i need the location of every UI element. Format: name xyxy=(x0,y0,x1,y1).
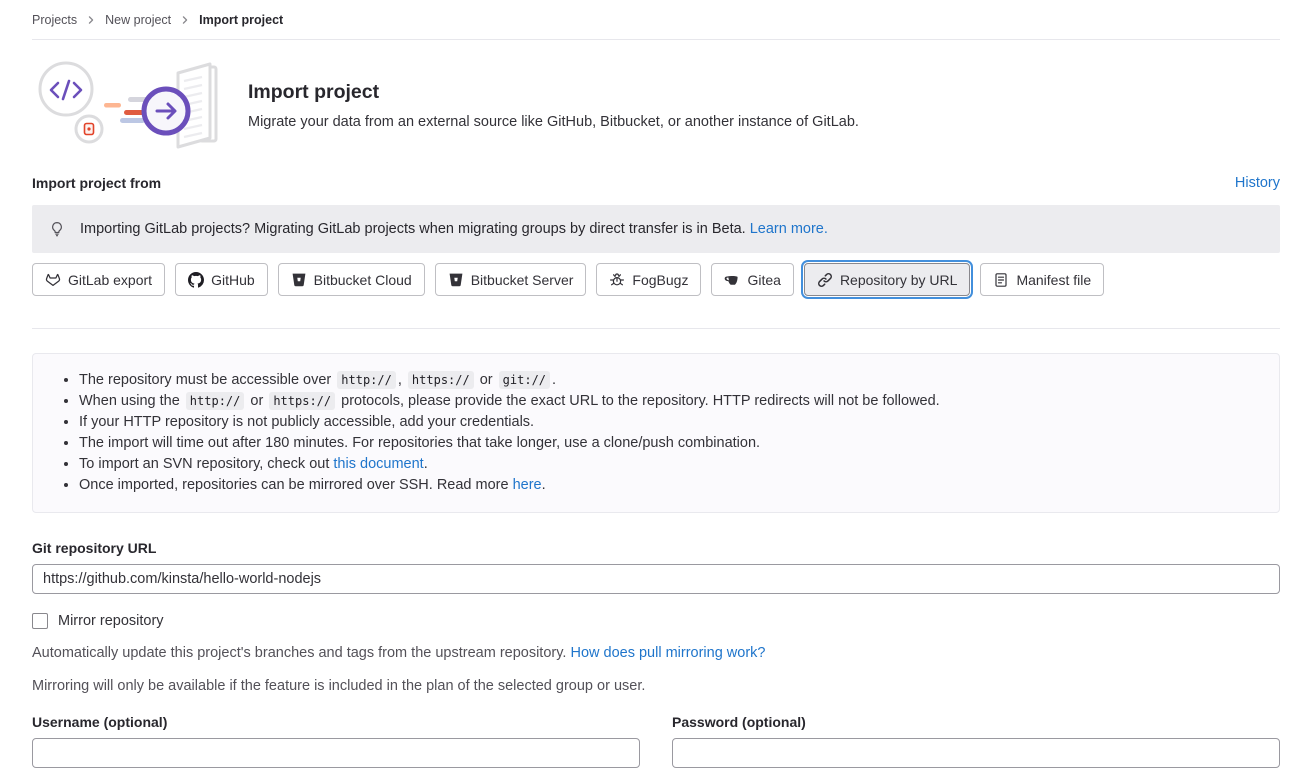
notes-list: The repository must be accessible over h… xyxy=(57,370,1255,496)
url-label: Git repository URL xyxy=(32,540,1280,556)
mirror-label: Mirror repository xyxy=(58,613,164,629)
history-link[interactable]: History xyxy=(1235,175,1280,191)
lightbulb-icon xyxy=(49,221,65,237)
notes-panel: The repository must be accessible over h… xyxy=(32,353,1280,513)
mirror-checkbox-row: Mirror repository xyxy=(32,613,1280,629)
link-icon xyxy=(817,272,833,288)
password-field-group: Password (optional) xyxy=(672,714,1280,768)
import-source-bitbucket-cloud[interactable]: Bitbucket Cloud xyxy=(278,263,425,296)
import-source-gitlab-export[interactable]: GitLab export xyxy=(32,263,165,296)
gitlab-icon xyxy=(45,272,61,288)
page-header: Import project Migrate your data from an… xyxy=(32,40,1280,168)
url-input[interactable] xyxy=(32,564,1280,594)
username-input[interactable] xyxy=(32,738,640,768)
mirror-help-text: Automatically update this project's bran… xyxy=(32,645,566,661)
import-source-repository-by-url[interactable]: Repository by URL xyxy=(804,263,971,296)
learn-more-link[interactable]: Learn more. xyxy=(750,221,828,237)
header-text: Import project Migrate your data from an… xyxy=(248,81,859,130)
github-icon xyxy=(188,272,204,288)
beta-banner: Importing GitLab projects? Migrating Git… xyxy=(32,205,1280,253)
mirror-checkbox[interactable] xyxy=(32,613,48,629)
credentials-row: Username (optional) Password (optional) xyxy=(32,714,1280,768)
import-source-label: GitHub xyxy=(211,272,255,288)
mirror-plan-note: Mirroring will only be available if the … xyxy=(32,678,1280,694)
import-illustration xyxy=(32,59,224,151)
import-source-label: Gitea xyxy=(747,272,780,288)
divider xyxy=(32,328,1280,329)
document-icon xyxy=(993,272,1009,288)
breadcrumb-item-projects[interactable]: Projects xyxy=(32,13,77,27)
username-label: Username (optional) xyxy=(32,714,640,730)
import-source-label: Manifest file xyxy=(1016,272,1091,288)
import-source-fogbugz[interactable]: FogBugz xyxy=(596,263,701,296)
import-source-label: FogBugz xyxy=(632,272,688,288)
note-item: When using the http:// or https:// proto… xyxy=(79,391,1255,412)
import-source-gitea[interactable]: Gitea xyxy=(711,263,793,296)
gitea-icon xyxy=(724,272,740,288)
note-item: To import an SVN repository, check out t… xyxy=(79,454,1255,475)
password-label: Password (optional) xyxy=(672,714,1280,730)
note-link[interactable]: here xyxy=(513,477,542,493)
code-snippet: http:// xyxy=(186,392,245,410)
import-source-label: Repository by URL xyxy=(840,272,958,288)
import-source-buttons: GitLab export GitHub Bitbucket Cloud Bitbuc… xyxy=(32,263,1280,296)
section-label: Import project from xyxy=(32,175,161,191)
import-source-label: GitLab export xyxy=(68,272,152,288)
breadcrumb-item-new-project[interactable]: New project xyxy=(105,13,171,27)
breadcrumb-item-import-project: Import project xyxy=(199,13,283,27)
code-snippet: git:// xyxy=(499,371,550,389)
breadcrumb: Projects New project Import project xyxy=(32,0,1280,40)
import-source-bitbucket-server[interactable]: Bitbucket Server xyxy=(435,263,587,296)
import-source-github[interactable]: GitHub xyxy=(175,263,268,296)
note-item: The import will time out after 180 minut… xyxy=(79,433,1255,454)
code-snippet: http:// xyxy=(337,371,396,389)
mirror-help: Automatically update this project's bran… xyxy=(32,645,1280,661)
import-source-manifest-file[interactable]: Manifest file xyxy=(980,263,1104,296)
banner-text: Importing GitLab projects? Migrating Git… xyxy=(80,221,746,237)
page-description: Migrate your data from an external sourc… xyxy=(248,114,859,130)
bitbucket-icon xyxy=(291,272,307,288)
bug-icon xyxy=(609,272,625,288)
import-project-page: Projects New project Import project xyxy=(0,0,1312,768)
note-item: Once imported, repositories can be mirro… xyxy=(79,475,1255,496)
bitbucket-icon xyxy=(448,272,464,288)
chevron-right-icon xyxy=(180,15,190,25)
section-row: Import project from History xyxy=(32,175,1280,191)
import-source-label: Bitbucket Server xyxy=(471,272,574,288)
code-snippet: https:// xyxy=(269,392,335,410)
import-source-label: Bitbucket Cloud xyxy=(314,272,412,288)
note-item: If your HTTP repository is not publicly … xyxy=(79,412,1255,433)
password-input[interactable] xyxy=(672,738,1280,768)
chevron-right-icon xyxy=(86,15,96,25)
note-link[interactable]: this document xyxy=(333,456,423,472)
pull-mirroring-link[interactable]: How does pull mirroring work? xyxy=(570,645,765,661)
note-item: The repository must be accessible over h… xyxy=(79,370,1255,391)
username-field-group: Username (optional) xyxy=(32,714,640,768)
code-snippet: https:// xyxy=(408,371,474,389)
page-title: Import project xyxy=(248,81,859,104)
